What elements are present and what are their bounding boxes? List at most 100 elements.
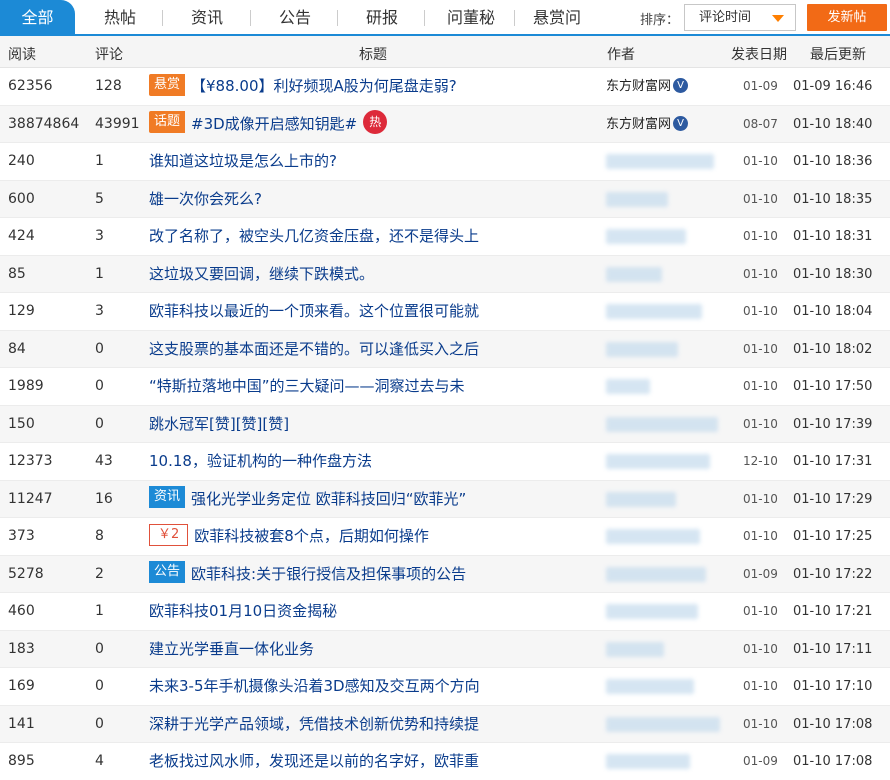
table-row: 600 5 雄一次你会死么? 01-10 01-10 18:35 (0, 180, 890, 218)
last-updated: 01-10 18:30 (793, 266, 873, 282)
author-name: 东方财富网 (606, 79, 672, 94)
author-name-redacted (606, 304, 702, 319)
post-title-link[interactable]: 欧菲科技以最近的一个顶来看。这个位置很可能就 (149, 293, 549, 330)
column-header-author: 作者 (607, 47, 635, 63)
post-tag-badge: 话题 (149, 111, 186, 133)
table-row: 240 1 谁知道这垃圾是怎么上市的? 01-10 01-10 18:36 (0, 143, 890, 181)
post-title-link[interactable]: 10.18，验证机构的一种作盘方法 (149, 443, 549, 480)
post-title-text: 改了名称了，被空头几亿资金压盘，还不是得头上 (149, 227, 480, 245)
table-row: 38874864 43991 话题 #3D成像开启感知钥匙# 热 东方财富网 V 08… (0, 105, 890, 143)
post-title-link[interactable]: 话题 #3D成像开启感知钥匙# 热 (149, 106, 549, 143)
read-count: 11247 (8, 490, 53, 507)
column-header-read[interactable]: 阅读 (8, 44, 36, 64)
tab-ask-secretary[interactable]: 问董秘 (436, 0, 506, 34)
table-row: 895 4 老板找过风水师，发现还是以前的名字好，欧菲重 01-09 01-10… (0, 743, 890, 780)
publish-date: 01-10 (743, 341, 778, 356)
comment-count: 0 (95, 415, 104, 432)
post-title-link[interactable]: 建立光学垂直一体化业务 (149, 631, 549, 668)
last-updated: 01-10 17:22 (793, 566, 873, 582)
sort-select[interactable]: 评论时间 (684, 4, 796, 31)
verified-icon: V (673, 115, 689, 131)
author-link[interactable]: 东方财富网 V (606, 106, 716, 143)
last-updated: 01-10 18:40 (793, 116, 873, 132)
column-header-comments[interactable]: 评论 (95, 44, 123, 64)
post-title-link[interactable]: 这垃圾又要回调，继续下跌模式。 (149, 256, 549, 293)
tab-divider (162, 10, 163, 26)
tab-news[interactable]: 资讯 (176, 0, 238, 34)
table-row: 150 0 跳水冠军[赞][赞][赞] 01-10 01-10 17:39 (0, 405, 890, 443)
post-title-link[interactable]: 老板找过风水师，发现还是以前的名字好，欧菲重 (149, 743, 549, 780)
comment-count: 1 (95, 153, 104, 169)
last-updated: 01-10 17:08 (793, 716, 873, 732)
author-link (606, 406, 718, 443)
comment-count: 3 (95, 303, 104, 319)
author-name-redacted (606, 604, 698, 619)
author-link (606, 631, 716, 668)
publish-date: 01-10 (743, 416, 778, 431)
post-title-text: 老板找过风水师，发现还是以前的名字好，欧菲重 (149, 752, 480, 770)
comment-count: 43 (95, 453, 113, 469)
comment-count: 16 (95, 490, 113, 507)
last-updated: 01-10 18:31 (793, 229, 873, 244)
read-count: 600 (8, 190, 35, 207)
post-title-text: 深耕于光学产品领域，凭借技术创新优势和持续提 (149, 714, 480, 733)
column-header-published[interactable]: 发表日期 (731, 44, 787, 64)
comment-count: 1 (95, 265, 104, 282)
post-title-link[interactable]: 改了名称了，被空头几亿资金压盘，还不是得头上 (149, 218, 549, 255)
table-row: 12373 43 10.18，验证机构的一种作盘方法 12-10 01-10 1… (0, 443, 890, 481)
post-title-link[interactable]: 跳水冠军[赞][赞][赞] (149, 406, 549, 443)
publish-date: 01-10 (743, 379, 778, 393)
read-count: 62356 (8, 78, 53, 94)
comment-count: 5 (95, 190, 104, 207)
post-title-link[interactable]: 谁知道这垃圾是怎么上市的? (149, 143, 549, 180)
post-title-link[interactable]: 欧菲科技01月10日资金揭秘 (149, 593, 549, 630)
read-count: 85 (8, 265, 26, 282)
last-updated: 01-10 18:04 (793, 304, 873, 319)
author-name-redacted (606, 754, 690, 769)
last-updated: 01-10 17:21 (793, 604, 873, 619)
tab-bounty-questions[interactable]: 悬赏问 (522, 0, 592, 34)
post-title-text: #3D成像开启感知钥匙# (191, 114, 358, 133)
read-count: 150 (8, 415, 35, 432)
author-link (606, 706, 720, 743)
post-title-link[interactable]: ￥2 欧菲科技被套8个点，后期如何操作 (149, 518, 549, 555)
post-title-link[interactable]: 这支股票的基本面还是不错的。可以逢低买入之后 (149, 331, 549, 368)
post-tag-badge: ￥2 (149, 523, 189, 546)
post-title-text: 欧菲科技以最近的一个顶来看。这个位置很可能就 (149, 302, 480, 320)
read-count: 38874864 (8, 115, 80, 132)
post-title-text: 欧菲科技01月10日资金揭秘 (149, 602, 338, 620)
tab-hot-posts[interactable]: 热帖 (89, 0, 151, 34)
tab-all[interactable]: 全部 (0, 0, 75, 34)
author-link (606, 331, 716, 368)
verified-icon: V (673, 78, 689, 93)
read-count: 1989 (8, 378, 44, 394)
tab-research[interactable]: 研报 (351, 0, 413, 34)
column-header-title: 标题 (359, 47, 387, 63)
post-title-text: “特斯拉落地中国”的三大疑问——洞察过去与未 (149, 377, 465, 395)
author-link (606, 668, 716, 705)
post-title-link[interactable]: “特斯拉落地中国”的三大疑问——洞察过去与未 (149, 368, 549, 405)
read-count: 129 (8, 303, 35, 319)
publish-date: 01-10 (743, 529, 778, 543)
read-count: 5278 (8, 565, 44, 582)
new-post-button[interactable]: 发新帖 (807, 4, 887, 31)
tab-announcements[interactable]: 公告 (264, 0, 326, 34)
last-updated: 01-10 18:36 (793, 154, 873, 169)
author-link[interactable]: 东方财富网 V (606, 68, 716, 105)
post-title-link[interactable]: 资讯 强化光学业务定位 欧菲科技回归“欧菲光” (149, 481, 549, 518)
post-title-link[interactable]: 悬赏 【¥88.00】利好频现A股为何尾盘走弱? (149, 68, 549, 105)
post-title-link[interactable]: 公告 欧菲科技:关于银行授信及担保事项的公告 (149, 556, 549, 593)
comment-count: 0 (95, 678, 104, 694)
post-list: 62356 128 悬赏 【¥88.00】利好频现A股为何尾盘走弱? 东方财富网 V… (0, 68, 890, 780)
post-title-link[interactable]: 雄一次你会死么? (149, 181, 549, 218)
post-title-link[interactable]: 深耕于光学产品领域，凭借技术创新优势和持续提 (149, 706, 549, 743)
read-count: 424 (8, 228, 35, 244)
column-header-updated[interactable]: 最后更新 (810, 44, 866, 64)
read-count: 373 (8, 528, 35, 544)
read-count: 141 (8, 715, 35, 732)
publish-date: 01-10 (743, 641, 778, 656)
tab-divider (337, 10, 338, 26)
author-link (606, 518, 716, 555)
post-title-link[interactable]: 未来3-5年手机摄像头沿着3D感知及交互两个方向 (149, 668, 549, 705)
table-row: 373 8 ￥2 欧菲科技被套8个点，后期如何操作 01-10 01-10 17:… (0, 518, 890, 556)
